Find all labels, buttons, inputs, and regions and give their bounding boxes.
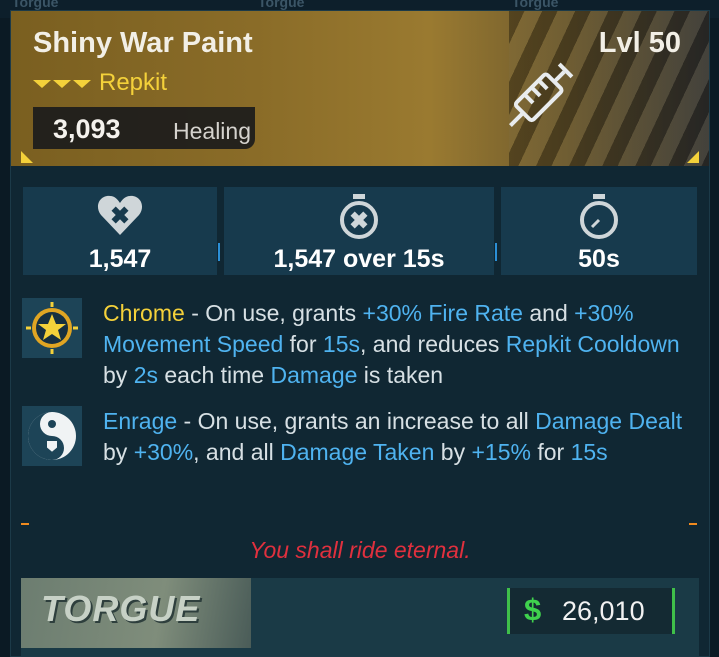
perk-text: , and all bbox=[193, 439, 281, 465]
perk-highlight: +15% bbox=[471, 439, 531, 465]
perk-highlight: 2s bbox=[133, 362, 158, 388]
timer-plus-icon bbox=[337, 193, 381, 246]
perk-highlight: 15s bbox=[570, 439, 608, 465]
dollar-icon: $ bbox=[524, 592, 542, 627]
perk-text: for bbox=[283, 331, 323, 357]
corner-mark-icon bbox=[687, 151, 699, 163]
perk-text: and bbox=[522, 300, 575, 326]
heart-plus-icon bbox=[96, 193, 144, 242]
stat-divider bbox=[218, 243, 220, 261]
item-footer: TORGUE $ 26,010 bbox=[21, 578, 699, 656]
stat-value: 1,547 over 15s bbox=[273, 245, 445, 273]
stat-heal: 1,547 bbox=[23, 187, 217, 275]
stat-value: 50s bbox=[578, 245, 620, 273]
perk-text: for bbox=[530, 439, 571, 465]
background-label: Torgue bbox=[512, 0, 559, 10]
healing-stat: 3,093 Healing bbox=[33, 107, 255, 149]
perk-text: by bbox=[103, 439, 134, 465]
item-card: Shiny War Paint Lvl 50 Repkit 3,093 Heal… bbox=[10, 10, 710, 657]
syringe-icon bbox=[493, 53, 583, 148]
perk-description: Chrome - On use, grants +30% Fire Rate a… bbox=[103, 298, 703, 391]
stat-value: 1,547 bbox=[88, 245, 152, 273]
perk-text: by bbox=[103, 362, 134, 388]
perk-highlight: Repkit Cooldown bbox=[505, 331, 680, 357]
item-type-label: Repkit bbox=[99, 69, 168, 96]
perk-highlight: 15s bbox=[322, 331, 360, 357]
perk-highlight: +30% Fire Rate bbox=[362, 300, 523, 326]
stat-cooldown: 50s bbox=[501, 187, 697, 275]
background-label: Torgue bbox=[258, 0, 305, 10]
perk-text: is taken bbox=[357, 362, 444, 388]
perk-highlight: +30% bbox=[133, 439, 194, 465]
manufacturer-logo: TORGUE bbox=[21, 578, 251, 648]
healing-label: Healing bbox=[173, 118, 251, 144]
section-marker bbox=[21, 523, 29, 525]
perk-name: Enrage bbox=[103, 408, 178, 434]
yin-yang-shield-icon bbox=[22, 406, 82, 466]
stat-divider bbox=[495, 243, 497, 261]
background-label: Torgue bbox=[12, 0, 59, 10]
item-name: Shiny War Paint bbox=[33, 27, 253, 59]
perk-highlight: Damage Dealt bbox=[535, 408, 683, 434]
flavor-text: You shall ride eternal. bbox=[249, 537, 471, 563]
stopwatch-icon bbox=[577, 193, 621, 246]
price-value: 26,010 bbox=[562, 596, 645, 626]
section-marker bbox=[689, 523, 697, 525]
healing-value: 3,093 bbox=[53, 114, 121, 144]
perk-text: , and reduces bbox=[360, 331, 506, 357]
perk-name: Chrome bbox=[103, 300, 185, 326]
item-header: Shiny War Paint Lvl 50 Repkit 3,093 Heal… bbox=[11, 11, 709, 166]
item-level: Lvl 50 bbox=[598, 27, 681, 59]
rarity-chevrons-icon bbox=[33, 70, 93, 98]
perk-text: each time bbox=[157, 362, 271, 388]
chrome-star-icon bbox=[22, 298, 82, 358]
perk-highlight: Damage bbox=[270, 362, 358, 388]
perk-text: - On use, grants bbox=[184, 300, 363, 326]
perk-text: - On use, grants an increase to all bbox=[177, 408, 536, 434]
perk-description: Enrage - On use, grants an increase to a… bbox=[103, 406, 703, 468]
perk-highlight: Damage Taken bbox=[280, 439, 435, 465]
item-type: Repkit bbox=[33, 69, 167, 98]
stat-heal-over-time: 1,547 over 15s bbox=[224, 187, 494, 275]
manufacturer-name: TORGUE bbox=[41, 588, 201, 629]
price-tag: $ 26,010 bbox=[507, 588, 675, 634]
corner-mark-icon bbox=[21, 151, 33, 163]
perk-text: by bbox=[434, 439, 472, 465]
